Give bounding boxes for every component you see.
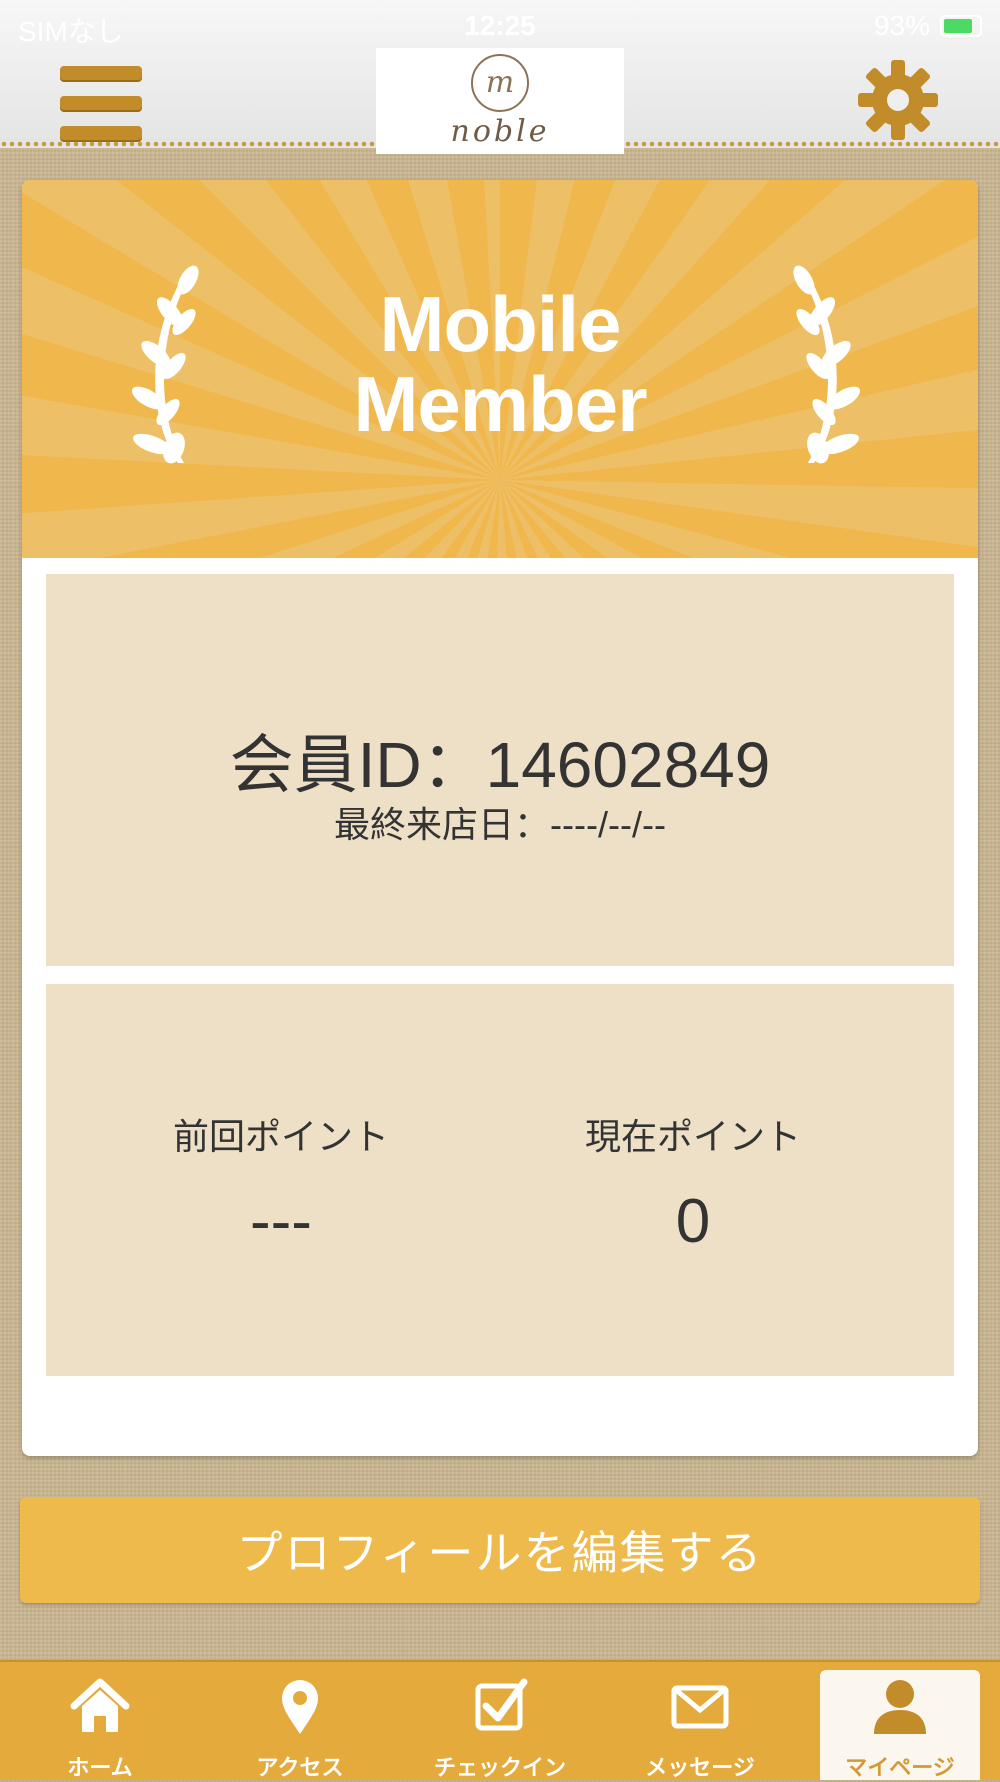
previous-points-label: 前回ポイント [172, 1116, 389, 1157]
menu-bar-icon [60, 96, 142, 110]
member-banner: Mobile Member [22, 180, 978, 558]
tab-checkin[interactable]: チェックイン [420, 1662, 580, 1780]
last-visit-date: 最終来店日：----/--/-- [334, 804, 666, 845]
edit-profile-button[interactable]: プロフィールを編集する [20, 1497, 980, 1603]
clock: 12:25 [464, 10, 536, 41]
current-points-label: 現在ポイント [584, 1116, 801, 1157]
laurel-icon [793, 265, 861, 464]
tab-access[interactable]: アクセス [220, 1662, 380, 1780]
map-pin-icon [282, 1680, 318, 1734]
menu-bar-icon [60, 126, 142, 140]
envelope-icon [671, 1685, 729, 1729]
status-right: 93% [874, 10, 982, 42]
current-points-value: 0 [675, 1187, 711, 1256]
tab-label: マイページ [845, 1755, 955, 1780]
battery-percent: 93% [873, 10, 930, 41]
logo-crown-icon: m [471, 53, 529, 112]
home-icon [70, 1678, 130, 1732]
status-bar: SIMなし 12:25 93% [0, 6, 1000, 47]
tab-home[interactable]: ホーム [20, 1662, 180, 1780]
brand-logo[interactable]: m noble [376, 48, 624, 154]
bottom-tab-bar: ホーム アクセス チェックイン メッセージ マイページ [0, 1660, 1000, 1780]
tab-mypage[interactable]: マイページ [820, 1670, 980, 1780]
menu-bar-icon [60, 66, 142, 80]
tab-label: チェックイン [433, 1755, 566, 1780]
member-card: Mobile Member 会員ID：14602849 最終来店日：----/-… [22, 180, 978, 1456]
member-id: 会員ID：14602849 [229, 729, 771, 801]
tab-messages[interactable]: メッセージ [620, 1662, 780, 1780]
battery-icon [940, 15, 982, 37]
tab-label: メッセージ [645, 1755, 755, 1780]
menu-button[interactable] [60, 66, 142, 140]
current-points: 現在ポイント 0 [488, 1108, 898, 1257]
tab-label: アクセス [256, 1755, 344, 1780]
points-panel: 前回ポイント --- 現在ポイント 0 [46, 984, 954, 1376]
previous-points-value: --- [250, 1187, 312, 1256]
settings-gear-icon[interactable] [856, 58, 940, 142]
person-icon [874, 1680, 926, 1734]
member-id-panel: 会員ID：14602849 最終来店日：----/--/-- [46, 574, 954, 966]
logo-wordmark: noble [450, 113, 550, 149]
checkbox-icon [475, 1678, 528, 1731]
tab-label: ホーム [67, 1755, 133, 1780]
previous-points: 前回ポイント --- [76, 1108, 486, 1257]
